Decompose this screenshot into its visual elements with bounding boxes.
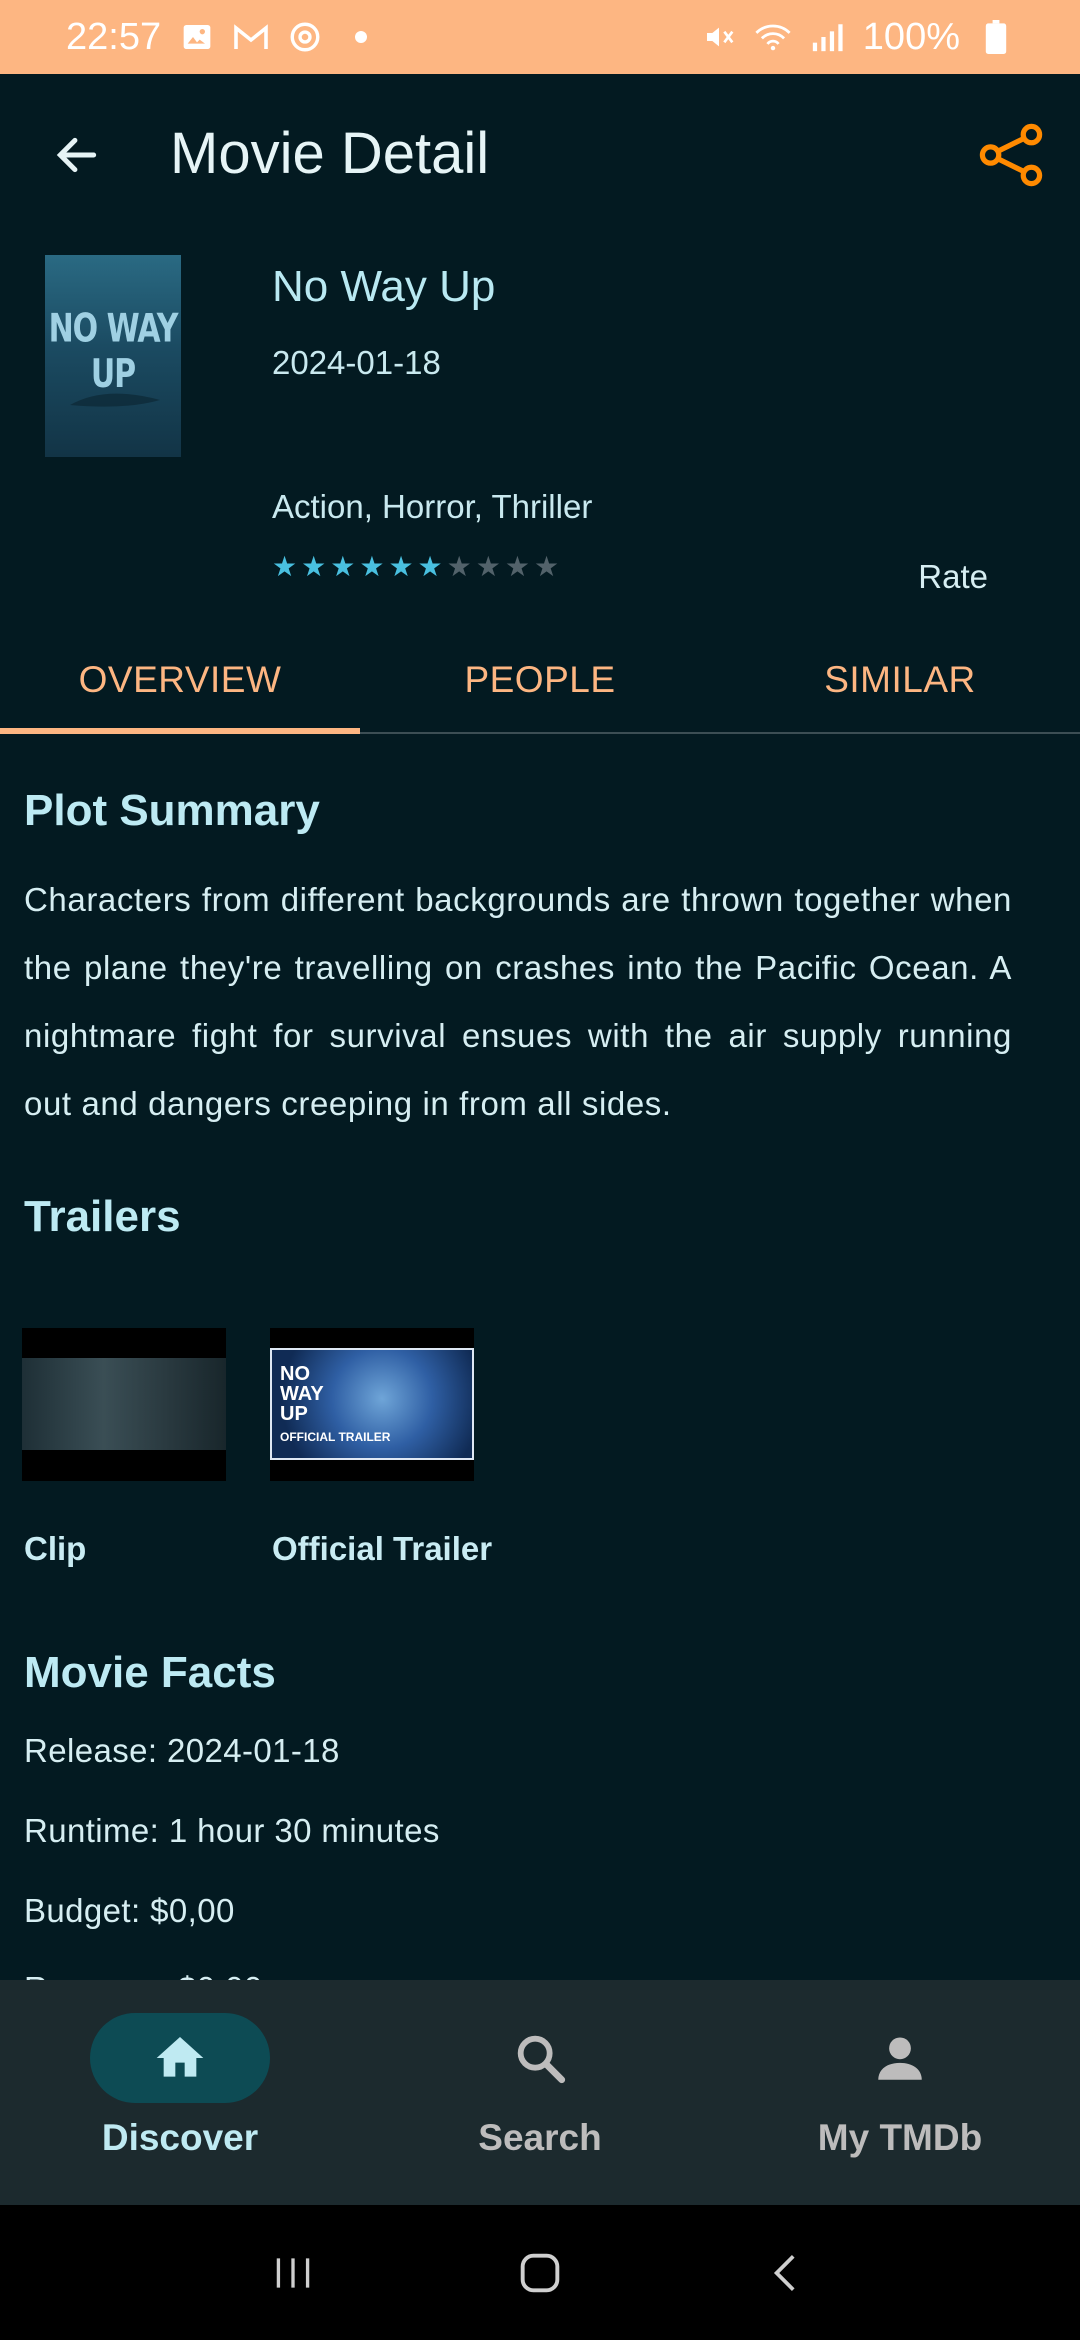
sync-icon <box>287 19 323 55</box>
nav-search-pill <box>450 2013 630 2103</box>
trailers-heading: Trailers <box>24 1192 181 1241</box>
nav-my-tmdb[interactable]: My TMDb <box>720 1980 1080 2205</box>
trailer-label-clip[interactable]: Clip <box>24 1530 86 1568</box>
gmail-icon <box>233 19 269 55</box>
movie-title: No Way Up <box>272 262 496 311</box>
nav-discover-label: Discover <box>101 2117 259 2158</box>
page-title: Movie Detail <box>170 121 490 186</box>
trailer-thumb-title: NO WAY UP <box>280 1363 324 1425</box>
fact-runtime: Runtime: 1 hour 30 minutes <box>24 1812 440 1849</box>
trailer-label-official[interactable]: Official Trailer <box>272 1530 492 1568</box>
status-left: 22:57 <box>66 15 368 59</box>
star-filled-icon[interactable]: ★ <box>272 552 297 582</box>
star-filled-icon[interactable]: ★ <box>301 552 326 582</box>
share-icon <box>979 123 1043 187</box>
person-icon <box>878 2037 922 2080</box>
tab-overview[interactable]: OVERVIEW <box>0 628 360 734</box>
trailer-thumb-subtitle: OFFICIAL TRAILER <box>280 1430 391 1444</box>
search-icon <box>517 2035 566 2084</box>
status-right: 100% <box>701 16 1014 59</box>
nav-my-tmdb-pill <box>810 2013 990 2103</box>
plot-summary-heading: Plot Summary <box>24 786 320 835</box>
status-bar: 22:57 100% <box>0 0 1080 74</box>
nav-my-tmdb-label: My TMDb <box>817 2117 983 2158</box>
detail-tabs: OVERVIEW PEOPLE SIMILAR <box>0 628 1080 734</box>
back-button[interactable] <box>46 124 108 186</box>
battery-percent: 100% <box>862 15 960 58</box>
movie-facts-heading: Movie Facts <box>24 1648 276 1697</box>
star-empty-icon[interactable]: ★ <box>505 552 530 582</box>
rating-stars[interactable]: ★ ★ ★ ★ ★ ★ ★ ★ ★ ★ <box>272 552 559 582</box>
plot-summary-text: Characters from different backgrounds ar… <box>24 881 1012 1122</box>
notification-dot <box>355 31 368 43</box>
bottom-navigation: Discover Search My TMDb <box>0 1980 1080 2205</box>
gallery-icon <box>179 19 215 55</box>
home-icon <box>156 2037 204 2077</box>
system-navigation-bar <box>0 2205 1080 2340</box>
home-circle-icon <box>520 2253 560 2292</box>
rate-button[interactable]: Rate <box>918 558 988 596</box>
nav-search[interactable]: Search <box>360 1980 720 2205</box>
share-button[interactable] <box>976 120 1046 190</box>
fact-release: Release: 2024-01-18 <box>24 1732 340 1769</box>
fact-budget: Budget: $0,00 <box>24 1892 235 1929</box>
shark-graphic <box>70 393 160 407</box>
star-filled-icon[interactable]: ★ <box>359 552 384 582</box>
mute-icon <box>701 19 737 55</box>
release-date: 2024-01-18 <box>272 344 441 381</box>
tab-similar[interactable]: SIMILAR <box>720 628 1080 732</box>
wifi-icon <box>755 19 791 55</box>
recents-icon <box>277 2257 310 2288</box>
clip-thumbnail-image <box>22 1358 226 1450</box>
movie-genres: Action, Horror, Thriller <box>272 488 593 525</box>
arrow-left-icon <box>56 137 97 173</box>
nav-search-label: Search <box>478 2117 602 2158</box>
tab-people[interactable]: PEOPLE <box>360 628 720 732</box>
star-filled-icon[interactable]: ★ <box>418 552 443 582</box>
recents-button[interactable] <box>253 2233 333 2313</box>
nav-discover-pill <box>90 2013 270 2103</box>
home-system-button[interactable] <box>500 2233 580 2313</box>
status-time: 22:57 <box>66 15 162 58</box>
star-empty-icon[interactable]: ★ <box>534 552 559 582</box>
trailer-thumbnail-clip[interactable] <box>22 1328 226 1481</box>
back-system-button[interactable] <box>747 2233 827 2313</box>
signal-icon <box>809 19 845 55</box>
back-chevron-icon <box>773 2254 795 2291</box>
battery-icon <box>978 19 1014 55</box>
app-bar: Movie Detail <box>0 74 1080 234</box>
movie-poster[interactable]: NO WAY UP <box>45 255 181 457</box>
star-empty-icon[interactable]: ★ <box>447 552 472 582</box>
star-filled-icon[interactable]: ★ <box>388 552 413 582</box>
nav-discover[interactable]: Discover <box>0 1980 360 2205</box>
trailer-thumbnail-official[interactable]: NO WAY UP OFFICIAL TRAILER <box>270 1328 474 1481</box>
star-filled-icon[interactable]: ★ <box>330 552 355 582</box>
star-empty-icon[interactable]: ★ <box>476 552 501 582</box>
